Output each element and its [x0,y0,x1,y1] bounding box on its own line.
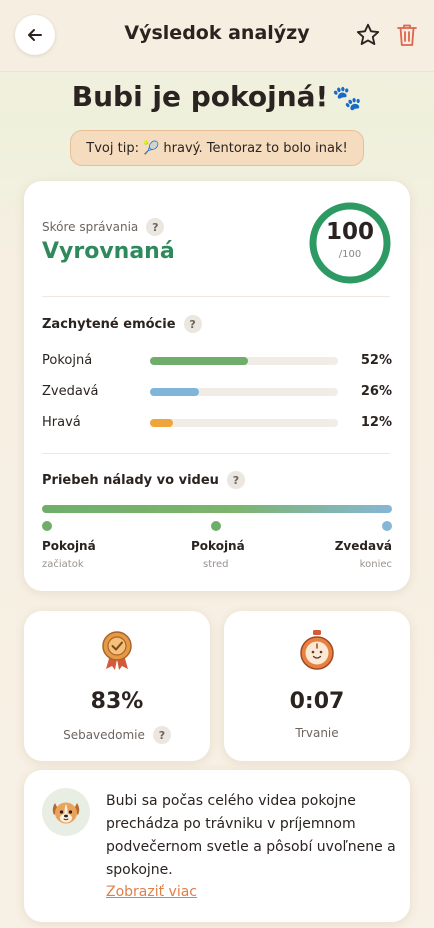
emotion-label: Zvedavá [42,384,99,399]
dog-icon [52,802,80,824]
mood-title-text: Priebeh nálady vo videu [42,472,219,488]
confidence-help-icon[interactable]: ? [152,726,171,744]
summary-text: Bubi sa počas celého videa pokojne prech… [106,793,396,878]
divider [42,453,390,454]
confidence-label: Sebavedomie ? [24,726,210,744]
mood-point-label: Pokojná [191,539,245,553]
mood-point-label: Zvedavá [334,539,392,553]
summary-card: Bubi sa počas celého videa pokojne prech… [24,770,410,922]
guess-tip-banner: Tvoj tip: 🎾 hravý. Tentoraz to bolo inak… [70,130,364,166]
show-more-link[interactable]: Zobraziť viac [106,884,197,900]
avatar [42,788,90,836]
emotion-bar-track [150,357,338,365]
mood-help-icon[interactable]: ? [226,471,245,489]
result-headline: Bubi je pokojná! 🐾 [0,80,434,113]
confidence-card: 83% Sebavedomie ? [24,611,210,761]
duration-card: 0:07 Trvanie [224,611,410,761]
duration-label: Trvanie [224,726,410,740]
star-icon [356,23,380,46]
divider [42,296,390,297]
mood-point-dot [382,521,392,531]
mood-point-time: stred [203,559,229,570]
paw-icon: 🐾 [332,84,363,112]
medal-icon [102,631,132,670]
duration-label-text: Trvanie [295,726,339,740]
stopwatch-icon [300,630,334,670]
emotion-bar-fill [150,419,173,427]
confidence-value: 83% [90,689,144,714]
emotion-percent: 12% [360,415,392,430]
mood-point-time: začiatok [42,559,84,570]
emotion-row: Zvedavá 26% [42,382,392,402]
mood-point-time: koniec [359,559,392,570]
emotions-help-icon[interactable]: ? [183,315,202,333]
favorite-button[interactable] [355,22,381,48]
trash-icon [397,24,417,46]
emotion-row: Hravá 12% [42,413,392,433]
score-max: /100 [338,249,362,260]
mood-point-dot [211,521,221,531]
behavior-card: Skóre správania ? Vyrovnaná 100 /100 Zac… [24,181,410,591]
mood-title: Priebeh nálady vo videu ? [42,471,245,489]
emotions-title-text: Zachytené emócie [42,316,176,332]
mood-point-dot [42,521,52,531]
mood-point-label: Pokojná [42,539,96,553]
emotion-percent: 26% [360,384,392,399]
emotion-label: Pokojná [42,353,93,368]
confidence-label-text: Sebavedomie [63,728,145,742]
emotion-bar-fill [150,388,199,396]
emotion-bar-track [150,419,338,427]
emotions-title: Zachytené emócie ? [42,315,202,333]
score-label-text: Skóre správania [42,220,139,234]
emotion-row: Pokojná 52% [42,351,392,371]
emotion-percent: 52% [360,353,392,368]
duration-value: 0:07 [289,689,345,714]
result-headline-text: Bubi je pokojná! [71,80,329,113]
emotion-bar-track [150,388,338,396]
score-points: 100 [325,219,374,245]
score-help-icon[interactable]: ? [146,218,165,236]
emotion-label: Hravá [42,415,81,430]
emotion-bar-fill [150,357,248,365]
score-value: Vyrovnaná [42,239,175,264]
score-label: Skóre správania ? [42,218,165,236]
app-header: Výsledok analýzy [0,0,434,72]
mood-timeline-bar [42,505,392,513]
delete-button[interactable] [395,22,419,48]
